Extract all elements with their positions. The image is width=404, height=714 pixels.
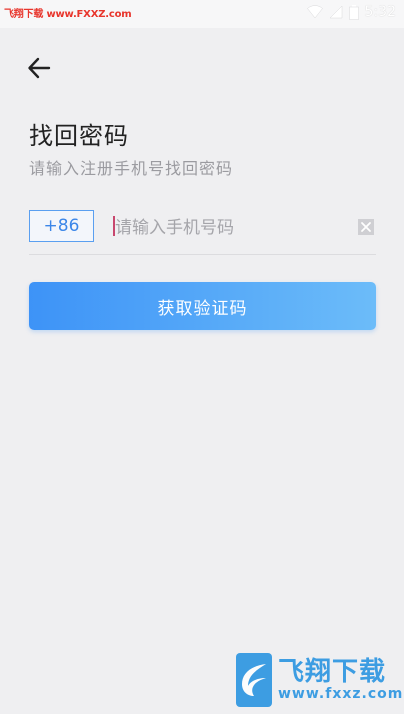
phone-input[interactable] <box>113 214 347 242</box>
site-watermark-logo: 飞翔下载 www.fxxz.com <box>236 652 402 708</box>
status-icons: 5:32 <box>306 4 396 20</box>
logo-text: 飞翔下载 www.fxxz.com <box>278 658 403 702</box>
status-time: 5:32 <box>364 4 396 20</box>
page-title: 找回密码 <box>29 122 129 150</box>
status-bar: 飞翔下载 www.FXXZ.com 5:32 <box>0 0 404 28</box>
back-button[interactable] <box>22 52 56 84</box>
country-code-selector[interactable]: +86 <box>29 210 94 242</box>
clear-button[interactable] <box>358 219 374 235</box>
watermark-text: 飞翔下载 www.FXXZ.com <box>4 9 132 20</box>
arrow-left-icon <box>28 57 51 79</box>
logo-name: 飞翔下载 <box>278 657 387 687</box>
signal-icon <box>328 5 342 19</box>
battery-icon <box>348 4 359 20</box>
logo-url: www.fxxz.com <box>278 686 404 702</box>
close-icon <box>361 222 371 232</box>
logo-icon <box>242 664 266 696</box>
page-subtitle: 请输入注册手机号找回密码 <box>29 159 234 178</box>
get-verification-code-button[interactable]: 获取验证码 <box>29 282 376 330</box>
phone-input-row: +86 <box>29 210 376 255</box>
wifi-icon <box>306 5 323 19</box>
logo-badge <box>236 653 272 707</box>
